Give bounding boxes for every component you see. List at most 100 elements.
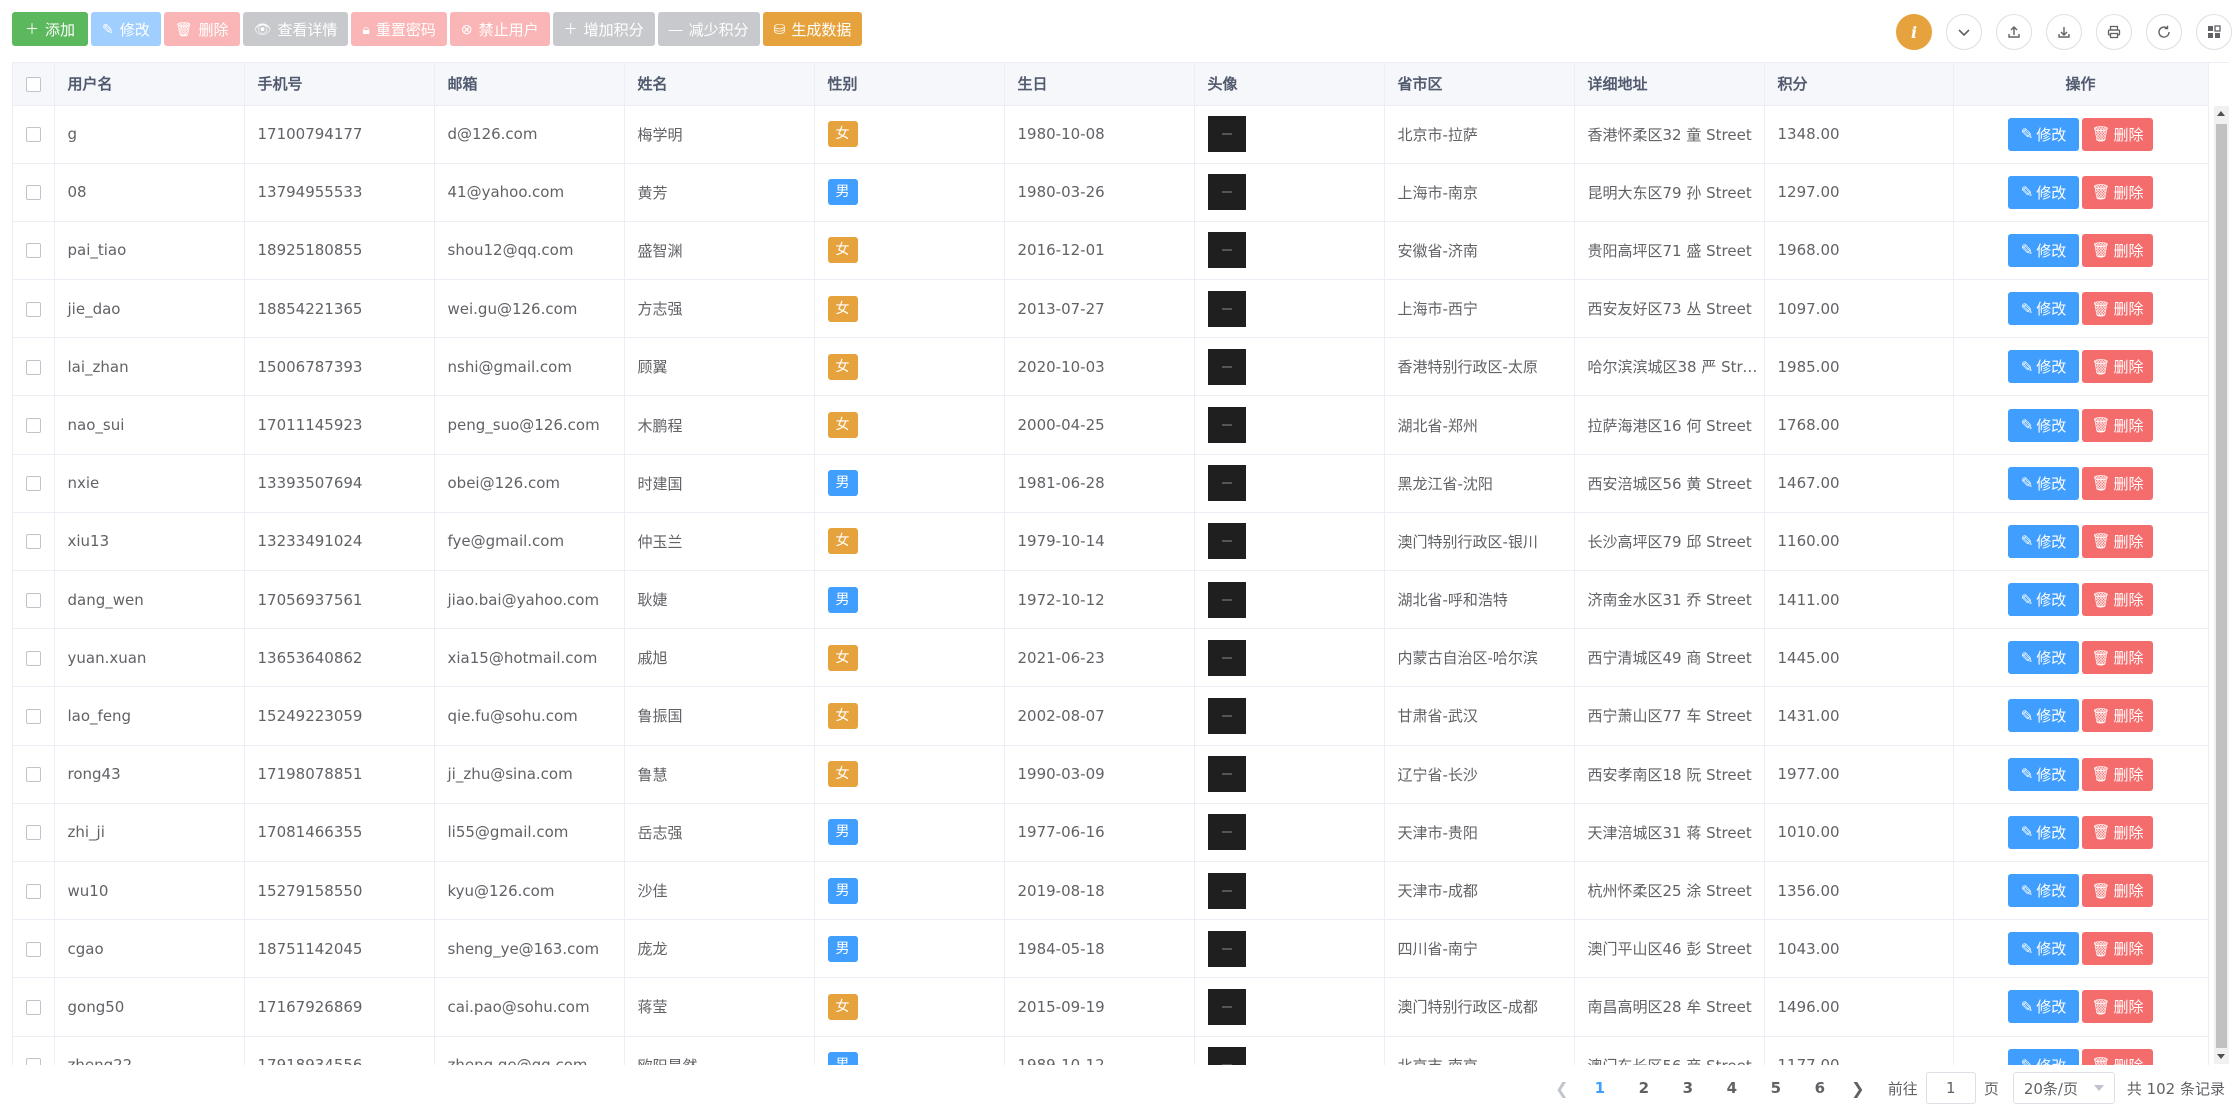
row-delete-button[interactable]: 🗑︎删除 (2082, 641, 2153, 675)
avatar[interactable] (1207, 232, 1246, 269)
row-delete-button[interactable]: 🗑︎删除 (2082, 932, 2153, 966)
row-delete-button[interactable]: 🗑︎删除 (2082, 874, 2153, 908)
row-edit-button[interactable]: ✎修改 (2008, 408, 2079, 442)
upload-icon[interactable] (1996, 14, 2032, 50)
row-checkbox[interactable] (13, 745, 55, 804)
row-checkbox[interactable] (13, 861, 55, 921)
columns-icon[interactable] (2196, 14, 2232, 50)
table-row[interactable]: zhi_ji 17081466355 li55@gmail.com 岳志强男 1977-… (13, 803, 2209, 862)
avatar[interactable] (1207, 697, 1246, 734)
column-header-name[interactable]: 姓名 (624, 63, 815, 106)
prev-page-icon[interactable]: ❮ (1546, 1079, 1578, 1098)
table-row[interactable]: wu10 15279158550 kyu@126.com 沙佳男 2019-08-18 天… (13, 861, 2209, 921)
column-header-birthday[interactable]: 生日 (1004, 63, 1195, 106)
row-edit-button[interactable]: ✎修改 (2008, 524, 2079, 558)
column-header-username[interactable]: 用户名 (54, 63, 245, 106)
ban-user-button[interactable]: ⊗ 禁止用户 (449, 12, 550, 46)
row-checkbox[interactable] (13, 919, 55, 979)
row-delete-button[interactable]: 🗑︎删除 (2082, 408, 2153, 442)
table-row[interactable]: rong43 17198078851 ji_zhu@sina.com 鲁慧女 1990-… (13, 745, 2209, 804)
row-edit-button[interactable]: ✎修改 (2008, 874, 2079, 908)
row-edit-button[interactable]: ✎修改 (2008, 350, 2079, 384)
subtract-points-button[interactable]: — 减少积分 (657, 12, 760, 46)
column-header-region[interactable]: 省市区 (1384, 63, 1575, 106)
add-button[interactable]: ＋添加 (12, 12, 89, 46)
table-row[interactable]: lai_zhan 15006787393 nshi@gmail.com 顾翼女 2020… (13, 337, 2209, 397)
row-checkbox[interactable] (13, 221, 55, 281)
view-details-button[interactable]: 👁︎ 查看详情 (242, 12, 349, 46)
avatar[interactable] (1207, 348, 1246, 385)
row-delete-button[interactable]: 🗑︎删除 (2082, 466, 2153, 500)
avatar[interactable] (1207, 174, 1246, 211)
row-edit-button[interactable]: ✎修改 (2008, 990, 2079, 1024)
info-icon[interactable]: i (1896, 14, 1932, 50)
row-delete-button[interactable]: 🗑︎删除 (2082, 699, 2153, 733)
row-edit-button[interactable]: ✎修改 (2008, 1048, 2079, 1065)
row-edit-button[interactable]: ✎修改 (2008, 117, 2079, 151)
row-edit-button[interactable]: ✎修改 (2008, 815, 2079, 849)
generate-data-button[interactable]: ⛁ 生成数据 (762, 12, 863, 46)
table-row[interactable]: nxie 13393507694 obei@126.com 时建国男 1981-06-2… (13, 454, 2209, 513)
page-5[interactable]: 5 (1754, 1079, 1798, 1097)
row-checkbox[interactable] (13, 105, 55, 164)
select-all-checkbox[interactable] (13, 63, 55, 106)
row-edit-button[interactable]: ✎修改 (2008, 583, 2079, 617)
page-1[interactable]: 1 (1578, 1079, 1622, 1097)
row-edit-button[interactable]: ✎修改 (2008, 757, 2079, 791)
page-2[interactable]: 2 (1622, 1079, 1666, 1097)
column-header-email[interactable]: 邮箱 (434, 63, 625, 106)
table-row[interactable]: 08 13794955533 41@yahoo.com 黄芳男 1980-03-26 上海… (13, 163, 2209, 222)
column-header-address[interactable]: 详细地址 (1574, 63, 1765, 106)
table-row[interactable]: pai_tiao 18925180855 shou12@qq.com 盛智渊女 2016… (13, 221, 2209, 281)
delete-button[interactable]: 🗑︎ 删除 (163, 12, 240, 46)
refresh-icon[interactable] (2146, 14, 2182, 50)
row-checkbox[interactable] (13, 570, 55, 630)
column-header-phone[interactable]: 手机号 (244, 63, 435, 106)
scrollbar-thumb[interactable] (2216, 124, 2227, 1048)
avatar[interactable] (1207, 756, 1246, 793)
row-delete-button[interactable]: 🗑︎删除 (2082, 350, 2153, 384)
table-row[interactable]: xiu13 13233491024 fye@gmail.com 仲玉兰女 1979-10… (13, 512, 2209, 572)
row-checkbox[interactable] (13, 686, 55, 746)
avatar[interactable] (1207, 290, 1246, 327)
row-edit-button[interactable]: ✎修改 (2008, 466, 2079, 500)
row-checkbox[interactable] (13, 163, 55, 222)
row-edit-button[interactable]: ✎修改 (2008, 932, 2079, 966)
avatar[interactable] (1207, 581, 1246, 618)
vertical-scrollbar[interactable] (2214, 106, 2229, 1064)
row-checkbox[interactable] (13, 628, 55, 688)
table-row[interactable]: jie_dao 18854221365 wei.gu@126.com 方志强女 2013… (13, 279, 2209, 339)
row-edit-button[interactable]: ✎修改 (2008, 641, 2079, 675)
row-checkbox[interactable] (13, 803, 55, 862)
column-header-avatar[interactable]: 头像 (1194, 63, 1385, 106)
table-row[interactable]: gong50 17167926869 cai.pao@sohu.com 蒋莹女 2015… (13, 977, 2209, 1037)
avatar[interactable] (1207, 1047, 1246, 1065)
row-delete-button[interactable]: 🗑︎删除 (2082, 233, 2153, 267)
avatar[interactable] (1207, 407, 1246, 444)
row-checkbox[interactable] (13, 454, 55, 513)
table-row[interactable]: dang_wen 17056937561 jiao.bai@yahoo.com 耿婕男… (13, 570, 2209, 630)
column-header-gender[interactable]: 性别 (814, 63, 1005, 106)
scroll-up-arrow-icon[interactable] (2217, 111, 2225, 116)
row-delete-button[interactable]: 🗑︎删除 (2082, 583, 2153, 617)
page-3[interactable]: 3 (1666, 1079, 1710, 1097)
avatar[interactable] (1207, 930, 1246, 967)
row-delete-button[interactable]: 🗑︎删除 (2082, 292, 2153, 326)
row-delete-button[interactable]: 🗑︎删除 (2082, 1048, 2153, 1065)
avatar[interactable] (1207, 814, 1246, 851)
page-6[interactable]: 6 (1798, 1079, 1842, 1097)
row-checkbox[interactable] (13, 279, 55, 339)
row-delete-button[interactable]: 🗑︎删除 (2082, 990, 2153, 1024)
page-size-select[interactable]: 20条/页 (2012, 1072, 2115, 1104)
row-edit-button[interactable]: ✎修改 (2008, 699, 2079, 733)
goto-page-input[interactable] (1925, 1072, 1976, 1104)
column-header-points[interactable]: 积分 (1764, 63, 1954, 106)
next-page-icon[interactable]: ❯ (1842, 1079, 1874, 1098)
avatar[interactable] (1207, 465, 1246, 502)
print-icon[interactable] (2096, 14, 2132, 50)
edit-button[interactable]: ✎ 修改 (91, 12, 161, 46)
table-row[interactable]: nao_sui 17011145923 peng_suo@126.com 木鹏程女 20… (13, 395, 2209, 455)
avatar[interactable] (1207, 116, 1246, 153)
row-delete-button[interactable]: 🗑︎删除 (2082, 757, 2153, 791)
reset-password-button[interactable]: 🔒︎ 重置密码 (351, 12, 447, 46)
